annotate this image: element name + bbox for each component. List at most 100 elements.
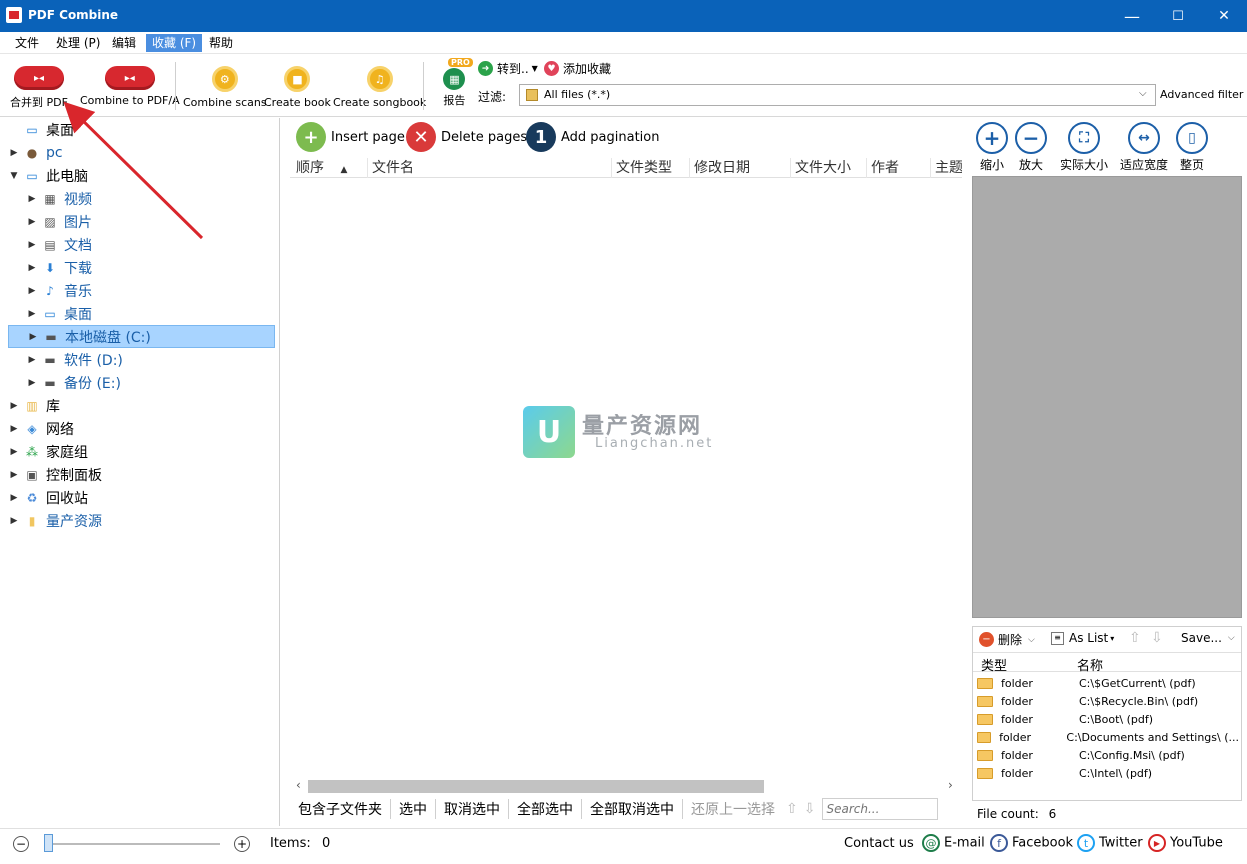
tree-item[interactable]: ▶ ▦ 视频 [0, 187, 280, 210]
column-filetype[interactable]: 文件类型 [612, 158, 690, 178]
report-button[interactable]: PRO ▦ 报告 [436, 58, 473, 108]
scroll-right-icon[interactable]: › [948, 778, 953, 792]
save-favorites-button[interactable]: Save... ⌵ [1181, 631, 1235, 645]
create-songbook-button[interactable]: ♫ Create songbook [333, 66, 426, 109]
column-author[interactable]: 作者 [867, 158, 931, 178]
insert-page-button[interactable]: + Insert page [296, 122, 405, 152]
zoom-in-button[interactable]: − 放大 [1015, 122, 1047, 173]
facebook-link[interactable]: f Facebook [990, 834, 1073, 852]
favorite-row[interactable]: folder C:\Config.Msi\ (pdf) [977, 746, 1239, 764]
tree-item[interactable]: ▶ ▣ 控制面板 [0, 463, 280, 486]
select-button[interactable]: 选中 [391, 799, 436, 819]
favorite-row[interactable]: folder C:\Intel\ (pdf) [977, 764, 1239, 782]
expand-right-icon[interactable]: ▶ [8, 470, 20, 480]
unselect-all-button[interactable]: 全部取消选中 [582, 799, 683, 819]
delete-pages-button[interactable]: ✕ Delete pages [406, 122, 527, 152]
column-name[interactable]: 名称 [1077, 655, 1103, 674]
move-up-icon[interactable]: ⇧ [1129, 630, 1141, 646]
zoom-plus-icon[interactable]: + [234, 836, 250, 852]
as-list-button[interactable]: ≡ As List ▾ [1051, 631, 1114, 645]
column-type[interactable]: 类型 [981, 655, 1007, 674]
move-down-icon[interactable]: ⇩ [1151, 630, 1163, 646]
expand-down-icon[interactable]: ▼ [8, 171, 20, 181]
actual-size-button[interactable]: ⛶ 实际大小 [1060, 122, 1108, 173]
zoom-out-button[interactable]: + 缩小 [976, 122, 1008, 173]
menu-file[interactable]: 文件 [9, 34, 45, 52]
tree-item[interactable]: ▶ ▤ 文档 [0, 233, 280, 256]
tree-item[interactable]: ▭ 桌面 [0, 118, 280, 141]
delete-favorite-button[interactable]: − 删除 ⌵ [979, 631, 1035, 648]
expand-right-icon[interactable]: ▶ [26, 355, 38, 365]
full-page-button[interactable]: ▯ 整页 [1176, 122, 1208, 173]
tree-item[interactable]: ▶ ⬇ 下载 [0, 256, 280, 279]
maximize-button[interactable]: ☐ [1155, 0, 1201, 32]
expand-right-icon[interactable]: ▶ [26, 240, 38, 250]
select-all-button[interactable]: 全部选中 [509, 799, 582, 819]
tree-item[interactable]: ▶ ▬ 本地磁盘 (C:) [8, 325, 275, 348]
goto-button[interactable]: ➜ 转到.. ▼ [478, 60, 538, 77]
expand-right-icon[interactable]: ▶ [26, 309, 38, 319]
create-book-button[interactable]: ■ Create book [264, 66, 331, 109]
close-button[interactable]: ✕ [1201, 0, 1247, 32]
tree-item[interactable]: ▶ ⁂ 家庭组 [0, 440, 280, 463]
expand-right-icon[interactable]: ▶ [8, 516, 20, 526]
restore-selection-button[interactable]: 还原上一选择 [683, 799, 783, 819]
tree-item[interactable]: ▼ ▭ 此电脑 [0, 164, 280, 187]
column-filename[interactable]: 文件名 [368, 158, 612, 178]
add-pagination-button[interactable]: 1 Add pagination [526, 122, 660, 152]
expand-right-icon[interactable]: ▶ [27, 332, 39, 342]
tree-item[interactable]: ▶ ▨ 图片 [0, 210, 280, 233]
tree-item[interactable]: ▶ ▭ 桌面 [0, 302, 280, 325]
expand-right-icon[interactable]: ▶ [26, 194, 38, 204]
menu-favorites[interactable]: 收藏 (F) [146, 34, 203, 52]
add-favorite-button[interactable]: ♥ 添加收藏 [544, 60, 611, 77]
tree-item[interactable]: ▶ ◈ 网络 [0, 417, 280, 440]
combine-scans-button[interactable]: ⚙ Combine scans [183, 66, 267, 109]
expand-right-icon[interactable]: ▶ [8, 493, 20, 503]
tree-item[interactable]: ▶ ▥ 库 [0, 394, 280, 417]
column-order[interactable]: 顺序 ▲ [292, 158, 368, 178]
tree-item[interactable]: ▶ ▮ 量产资源 [0, 509, 280, 532]
tree-item[interactable]: ▶ ♪ 音乐 [0, 279, 280, 302]
expand-right-icon[interactable]: ▶ [26, 263, 38, 273]
favorite-row[interactable]: folder C:\$Recycle.Bin\ (pdf) [977, 692, 1239, 710]
column-size[interactable]: 文件大小 [791, 158, 867, 178]
favorite-row[interactable]: folder C:\Boot\ (pdf) [977, 710, 1239, 728]
expand-right-icon[interactable]: ▶ [8, 447, 20, 457]
include-subfolders-button[interactable]: 包含子文件夹 [290, 799, 391, 819]
zoom-slider-track[interactable] [50, 843, 220, 845]
menu-help[interactable]: 帮助 [203, 34, 239, 52]
tree-item[interactable]: ▶ ♻ 回收站 [0, 486, 280, 509]
menu-edit[interactable]: 编辑 [106, 34, 142, 52]
move-up-icon[interactable]: ⇧ [783, 801, 801, 817]
unselect-button[interactable]: 取消选中 [436, 799, 509, 819]
contact-us-link[interactable]: Contact us [844, 836, 914, 851]
advanced-filter-link[interactable]: Advanced filter [1160, 88, 1243, 101]
search-input[interactable] [822, 798, 939, 820]
expand-right-icon[interactable]: ▶ [26, 378, 38, 388]
fit-width-button[interactable]: ↔ 适应宽度 [1120, 122, 1168, 173]
twitter-link[interactable]: t Twitter [1077, 834, 1143, 852]
minimize-button[interactable]: — [1109, 0, 1155, 32]
filter-select[interactable]: All files (*.*) ⌵ [519, 84, 1156, 106]
expand-right-icon[interactable]: ▶ [8, 424, 20, 434]
expand-right-icon[interactable]: ▶ [8, 148, 20, 158]
scrollbar-thumb[interactable] [308, 780, 764, 793]
youtube-link[interactable]: ▶ YouTube [1148, 834, 1223, 852]
email-link[interactable]: @ E-mail [922, 834, 985, 852]
move-down-icon[interactable]: ⇩ [801, 801, 819, 817]
menu-process[interactable]: 处理 (P) [50, 34, 106, 52]
expand-right-icon[interactable]: ▶ [8, 401, 20, 411]
combine-pdfa-button[interactable]: ▸◂ Combine to PDF/A [80, 66, 180, 107]
expand-right-icon[interactable]: ▶ [26, 286, 38, 296]
tree-item[interactable]: ▶ ▬ 备份 (E:) [0, 371, 280, 394]
scroll-left-icon[interactable]: ‹ [296, 778, 301, 792]
favorite-row[interactable]: folder C:\Documents and Settings\ (... [977, 728, 1239, 746]
expand-right-icon[interactable]: ▶ [26, 217, 38, 227]
zoom-minus-icon[interactable]: − [13, 836, 29, 852]
column-modified[interactable]: 修改日期 [690, 158, 791, 178]
column-subject[interactable]: 主题 [931, 158, 962, 178]
zoom-slider-thumb[interactable] [44, 834, 53, 852]
favorite-row[interactable]: folder C:\$GetCurrent\ (pdf) [977, 674, 1239, 692]
tree-item[interactable]: ▶ ● pc [0, 141, 280, 164]
